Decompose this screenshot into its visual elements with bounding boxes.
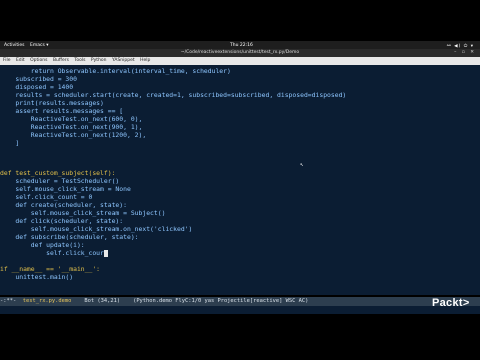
menu-file[interactable]: File <box>3 58 11 63</box>
mouse-pointer-icon: ↖ <box>300 161 304 168</box>
code-line: ReactiveTest.on_next(900, 1), <box>0 123 143 131</box>
code-line: def test_custom_subject(self): <box>0 169 116 177</box>
menu-python[interactable]: Python <box>91 58 107 63</box>
code-line: def subscribe(scheduler, state): <box>0 233 139 241</box>
modeline-status: Bot (34,21) (Python.demo FlyC:1/0 yas Pr… <box>71 298 309 304</box>
menu-yasnippet[interactable]: YASnippet <box>112 58 135 63</box>
modeline-filename[interactable]: test_rx.py.demo <box>23 298 72 304</box>
packt-logo: Packt> <box>432 297 470 309</box>
menu-help[interactable]: Help <box>140 58 150 63</box>
current-line-text: self.click_cour <box>0 249 104 257</box>
code-line: disposed = 1400 <box>0 83 74 91</box>
top-bar: Activities Emacs ▾ Thu 22:16 ⚯ ◀) ⏻ ▾ <box>0 41 480 49</box>
code-line: ReactiveTest.on_next(600, 0), <box>0 115 143 123</box>
code-line: self.click_count = 0 <box>0 193 93 201</box>
activities-button[interactable]: Activities <box>4 43 25 48</box>
code-line: def create(scheduler, state): <box>0 201 127 209</box>
menu-tools[interactable]: Tools <box>74 58 85 63</box>
menu-bar: File Edit Options Buffers Tools Python Y… <box>0 57 480 65</box>
minibuffer[interactable] <box>0 306 480 314</box>
menu-buffers[interactable]: Buffers <box>53 58 69 63</box>
code-line: self.mouse_click_stream.on_next('clicked… <box>0 225 193 233</box>
code-line: def click(scheduler, state): <box>0 217 124 225</box>
code-line: ReactiveTest.on_next(1200, 2), <box>0 131 147 139</box>
system-tray[interactable]: ⚯ ◀) ⏻ ▾ <box>447 43 474 49</box>
code-line: return Observable.interval(interval_time… <box>0 67 231 75</box>
code-line: print(results.messages) <box>0 99 104 107</box>
code-line: if __name__ == '__main__': <box>0 265 101 273</box>
code-line: ] <box>0 139 20 147</box>
menu-options[interactable]: Options <box>30 58 47 63</box>
code-line: def update(i): <box>0 241 85 249</box>
menu-edit[interactable]: Edit <box>16 58 25 63</box>
window-controls[interactable]: – ▫ ✕ <box>454 49 476 57</box>
app-menu[interactable]: Emacs ▾ <box>30 43 49 48</box>
code-line: scheduler = TestScheduler() <box>0 177 120 185</box>
mode-line: -:**- test_rx.py.demo Bot (34,21) (Pytho… <box>0 297 480 306</box>
code-line: subscribed = 300 <box>0 75 77 83</box>
text-cursor <box>103 249 108 257</box>
code-line: unittest.main() <box>0 273 74 281</box>
window-title: ~/Code/reactiveextensions/unittest/test_… <box>180 50 300 55</box>
code-line-current: self.click_cour <box>0 249 108 257</box>
code-line: self.mouse_click_stream = None <box>0 185 131 193</box>
code-line: results = scheduler.start(create, create… <box>0 91 347 99</box>
code-line: assert results.messages == [ <box>0 107 124 115</box>
clock[interactable]: Thu 22:16 <box>230 43 253 48</box>
code-line: self.mouse_click_stream = Subject() <box>0 209 166 217</box>
code-editor[interactable]: return Observable.interval(interval_time… <box>0 65 480 295</box>
window-titlebar: ~/Code/reactiveextensions/unittest/test_… <box>0 49 480 57</box>
modeline-prefix: -:**- <box>0 298 23 304</box>
